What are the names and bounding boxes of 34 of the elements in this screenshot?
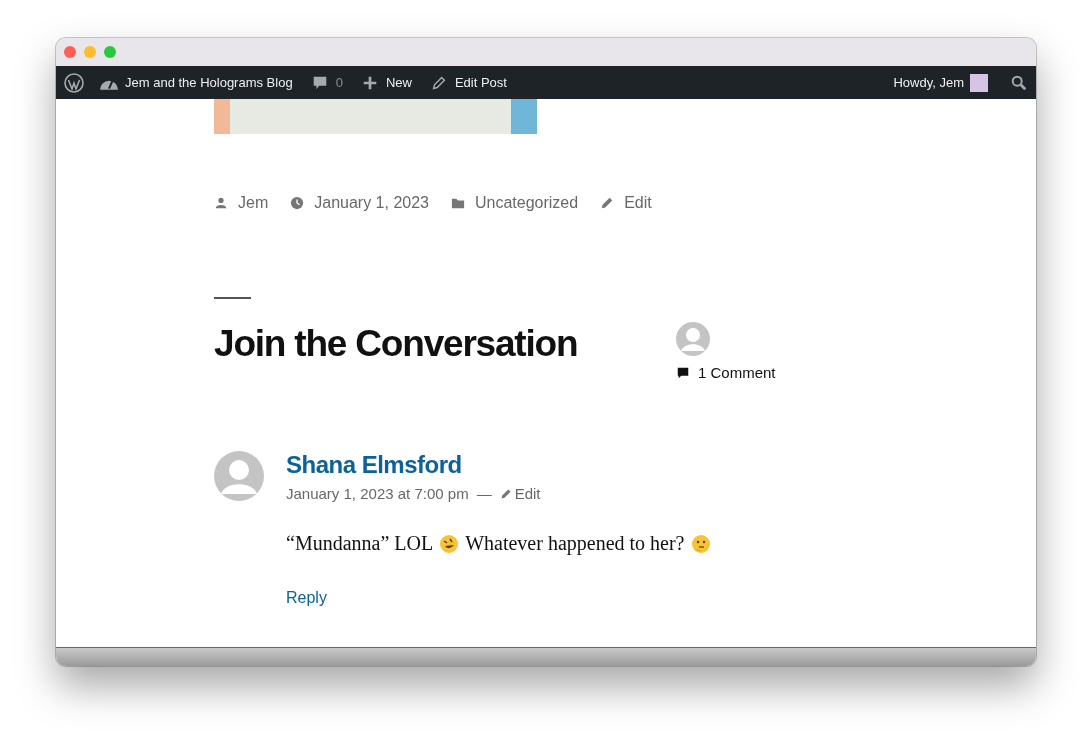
clock-icon (290, 196, 305, 210)
pencil-icon (600, 196, 615, 210)
comment-date-link[interactable]: January 1, 2023 at 7:00 pm (286, 485, 469, 502)
site-name-link[interactable]: Jem and the Holograms Blog (100, 75, 293, 90)
wordpress-logo-icon[interactable] (64, 72, 84, 93)
comment-author-link[interactable]: Shana Elmsford (286, 451, 711, 479)
pencil-icon (499, 487, 512, 500)
author-link[interactable]: Jem (238, 194, 269, 212)
minimize-button[interactable] (84, 46, 96, 58)
avatar-icon (214, 451, 264, 501)
search-icon[interactable] (1010, 73, 1028, 92)
laughing-emoji-icon (439, 533, 460, 554)
date-link[interactable]: January 1, 2023 (314, 194, 429, 212)
comment-edit-link[interactable]: Edit (499, 485, 541, 502)
edit-link[interactable]: Edit (624, 194, 652, 212)
speech-bubble-icon (676, 365, 690, 380)
comments-heading: Join the Conversation (214, 323, 579, 365)
person-icon (214, 196, 228, 210)
folder-icon (451, 196, 465, 210)
user-avatar (970, 73, 988, 92)
comments-link[interactable]: 0 (310, 73, 343, 92)
zoom-button[interactable] (104, 46, 116, 58)
account-link[interactable]: Howdy, Jem (893, 73, 988, 92)
separator: — (476, 485, 492, 502)
close-button[interactable] (64, 46, 76, 58)
comment-text: Whatever happened to her? (465, 532, 685, 555)
reply-link[interactable]: Reply (286, 589, 711, 607)
edit-post-link[interactable]: Edit Post (429, 73, 507, 92)
comment-text: “Mundanna” LOL (286, 532, 434, 555)
new-link[interactable]: New (360, 73, 412, 92)
thinking-emoji-icon (690, 533, 711, 554)
comment-count: 1 Comment (698, 364, 776, 381)
category-link[interactable]: Uncategorized (475, 194, 579, 212)
avatar-icon (676, 322, 710, 356)
